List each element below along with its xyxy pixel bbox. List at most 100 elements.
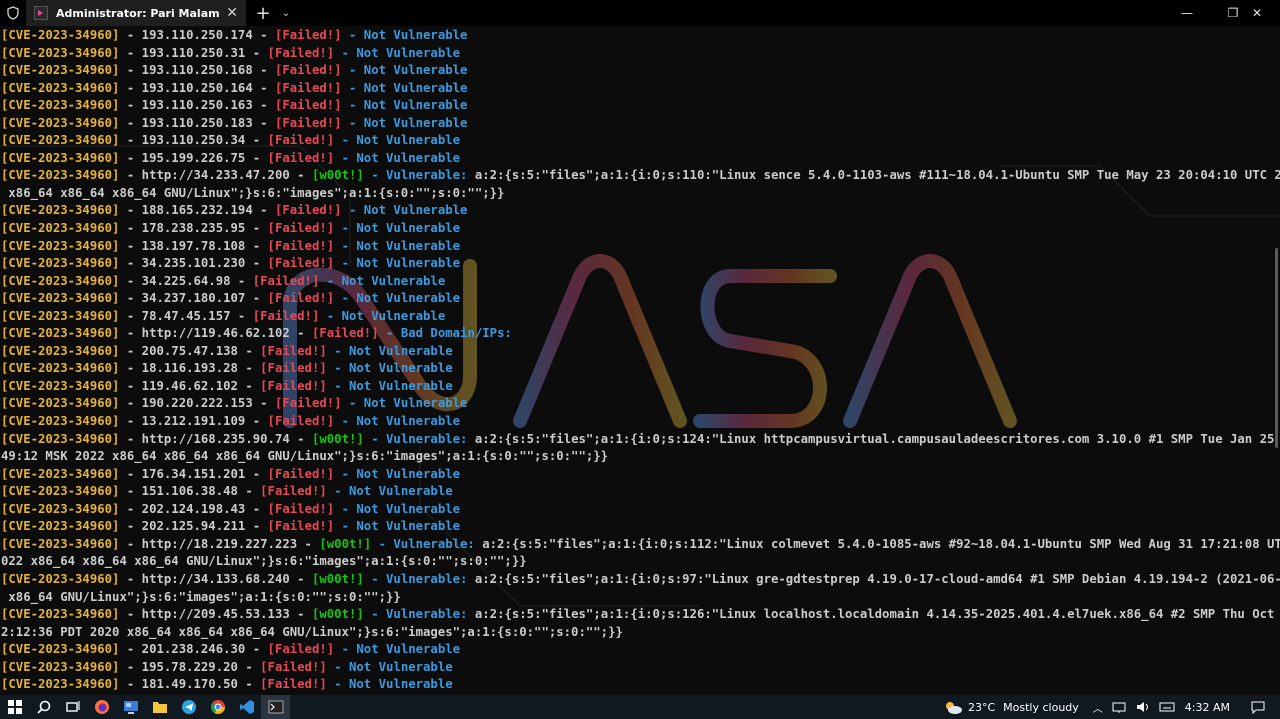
line-text: - http://119.46.62.102 - [119, 326, 312, 341]
terminal-line: 022 x86_64 x86_64 x86_64 GNU/Linux";}s:6… [1, 553, 1280, 571]
windows-start-icon[interactable] [0, 695, 29, 719]
line-text: - 34.225.64.98 - [119, 273, 253, 288]
line-text: - http://168.235.90.74 - [119, 431, 312, 446]
cve-tag: [CVE-2023-34960] [1, 642, 120, 657]
terminal-line: [CVE-2023-34960] - 190.220.222.153 - [Fa… [1, 395, 1280, 413]
status-text: - Not Vulnerable [319, 273, 446, 288]
failed-tag: [Failed!] [267, 256, 335, 271]
terminal-tab[interactable]: Administrator: Pari Malam ✕ [26, 0, 246, 26]
clock-time[interactable]: 4:32 AM [1185, 701, 1230, 714]
failed-tag: [Failed!] [260, 677, 327, 692]
chevron-down-icon[interactable]: ⌄ [276, 0, 296, 26]
terminal-line: [CVE-2023-34960] - 193.110.250.31 - [Fai… [1, 45, 1280, 63]
status-text: - Not Vulnerable [334, 519, 461, 534]
failed-tag: [Failed!] [267, 519, 335, 534]
failed-tag: [Failed!] [252, 273, 320, 288]
line-text: - 34.235.101.230 - [119, 256, 268, 271]
cve-tag: [CVE-2023-34960] [1, 168, 120, 183]
line-text: - 178.238.235.95 - [119, 221, 268, 236]
status-text: - Not Vulnerable [326, 484, 453, 499]
terminal-line: [CVE-2023-34960] - 202.125.94.211 - [Fai… [1, 518, 1280, 536]
status-text: - Not Vulnerable [326, 677, 453, 692]
chrome-icon[interactable] [203, 695, 232, 719]
status-text: - Vulnerable: [371, 536, 483, 551]
line-text: - http://34.233.47.200 - [119, 168, 312, 183]
line-text: - 151.106.38.48 - [119, 484, 261, 499]
failed-tag: [Failed!] [267, 642, 335, 657]
line-text: - 193.110.250.163 - [119, 98, 275, 113]
search-icon[interactable] [29, 695, 58, 719]
system-tray: 23°C Mostly cloudy ︿ 4:32 AM [942, 695, 1280, 719]
shield-icon [0, 0, 26, 26]
failed-tag: [Failed!] [267, 414, 335, 429]
cve-tag: [CVE-2023-34960] [1, 133, 120, 148]
line-text: 49:12 MSK 2022 x86_64 x86_64 x86_64 GNU/… [1, 449, 609, 464]
line-text: a:2:{s:5:"files";a:1:{i:0;s:126:"Linux l… [474, 607, 1280, 622]
terminal-icon[interactable] [261, 695, 290, 719]
failed-tag: [Failed!] [274, 98, 342, 113]
status-text: - Not Vulnerable [334, 501, 461, 516]
cve-tag: [CVE-2023-34960] [1, 256, 120, 271]
weather-temp[interactable]: 23°C [968, 701, 995, 714]
terminal-line: [CVE-2023-34960] - http://119.46.62.102 … [1, 325, 1280, 343]
telegram-icon[interactable] [174, 695, 203, 719]
line-text: - 193.110.250.168 - [119, 63, 275, 78]
status-text: - Not Vulnerable [334, 238, 461, 253]
terminal-line: 2:12:36 PDT 2020 x86_64 x86_64 x86_64 GN… [1, 624, 1280, 642]
line-text: - 202.124.198.43 - [119, 501, 268, 516]
terminal-line: [CVE-2023-34960] - 78.47.45.157 - [Faile… [1, 308, 1280, 326]
status-text: - Not Vulnerable [334, 256, 461, 271]
tab-close-icon[interactable]: ✕ [226, 5, 238, 21]
minimize-button[interactable]: — [1164, 0, 1210, 26]
control-panel-icon[interactable] [116, 695, 145, 719]
firefox-icon[interactable] [87, 695, 116, 719]
line-text: - 78.47.45.157 - [119, 308, 253, 323]
status-text: - Not Vulnerable [341, 98, 468, 113]
line-text: x86_64 GNU/Linux";}s:6:"images";a:1:{s:0… [1, 589, 401, 604]
terminal-line: [CVE-2023-34960] - 119.46.62.102 - [Fail… [1, 378, 1280, 396]
cve-tag: [CVE-2023-34960] [1, 308, 120, 323]
keyboard-icon[interactable] [1159, 700, 1175, 714]
title-bar: Administrator: Pari Malam ✕ + ⌄ — ❐ ✕ [0, 0, 1280, 26]
status-text: - Bad Domain/IPs: [378, 326, 512, 341]
cve-tag: [CVE-2023-34960] [1, 63, 120, 78]
terminal-line: [CVE-2023-34960] - 193.110.250.164 - [Fa… [1, 80, 1280, 98]
vscode-icon[interactable] [232, 695, 261, 719]
failed-tag: [Failed!] [260, 659, 327, 674]
line-text: - 176.34.151.201 - [119, 466, 268, 481]
file-explorer-icon[interactable] [145, 695, 174, 719]
cve-tag: [CVE-2023-34960] [1, 484, 120, 499]
volume-icon[interactable] [1135, 700, 1151, 714]
cve-tag: [CVE-2023-34960] [1, 203, 120, 218]
terminal-line: [CVE-2023-34960] - http://18.219.227.223… [1, 536, 1280, 554]
terminal-line: [CVE-2023-34960] - 13.212.191.109 - [Fai… [1, 413, 1280, 431]
cve-tag: [CVE-2023-34960] [1, 273, 120, 288]
chevron-up-icon[interactable]: ︿ [1093, 700, 1103, 715]
terminal-line: [CVE-2023-34960] - 151.106.38.48 - [Fail… [1, 483, 1280, 501]
cve-tag: [CVE-2023-34960] [1, 45, 120, 60]
new-tab-button[interactable]: + [250, 0, 276, 26]
status-text: - Not Vulnerable [334, 221, 461, 236]
line-text: - 13.212.191.109 - [119, 414, 268, 429]
line-text: - http://34.133.68.240 - [119, 571, 312, 586]
failed-tag: [Failed!] [274, 28, 342, 42]
network-icon[interactable] [1111, 700, 1127, 714]
weather-cloud-icon[interactable] [942, 699, 964, 715]
cve-tag: [CVE-2023-34960] [1, 466, 120, 481]
scrollbar[interactable] [1275, 248, 1278, 448]
notification-icon[interactable] [1250, 700, 1266, 714]
terminal-line: [CVE-2023-34960] - http://34.233.47.200 … [1, 167, 1280, 185]
line-text: - 119.46.62.102 - [119, 378, 261, 393]
close-window-button[interactable]: ✕ [1234, 0, 1280, 26]
terminal-output[interactable]: [CVE-2023-34960] - 193.110.250.174 - [Fa… [0, 26, 1280, 695]
woot-tag: [w00t!] [311, 571, 364, 586]
status-text: - Not Vulnerable [326, 361, 453, 376]
line-text: - http://209.45.53.133 - [119, 607, 312, 622]
status-text: - Vulnerable: [363, 168, 475, 183]
terminal-line: [CVE-2023-34960] - 34.225.64.98 - [Faile… [1, 273, 1280, 291]
task-view-icon[interactable] [58, 695, 87, 719]
line-text: - 181.49.170.50 - [119, 677, 261, 692]
weather-desc[interactable]: Mostly cloudy [1003, 701, 1079, 714]
terminal-line: [CVE-2023-34960] - 181.49.170.50 - [Fail… [1, 676, 1280, 694]
failed-tag: [Failed!] [267, 221, 335, 236]
